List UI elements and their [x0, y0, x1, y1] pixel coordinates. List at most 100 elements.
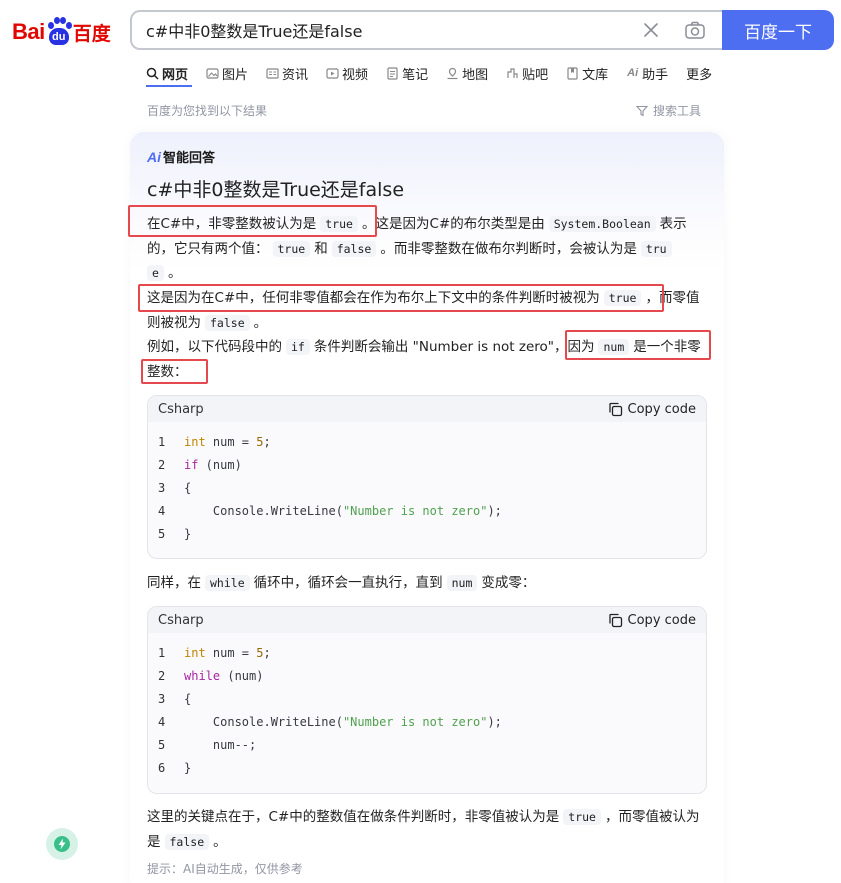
lightning-icon — [54, 836, 70, 852]
code-line: 2 if (num) — [148, 453, 706, 476]
line-number: 5 — [158, 526, 166, 541]
baidu-logo[interactable]: Bai du 百度 — [12, 14, 118, 50]
video-icon — [326, 67, 339, 79]
inline-code: tru — [640, 240, 672, 257]
ai-disclaimer: 提示：AI自动生成，仅供参考 — [147, 862, 303, 876]
code-line: 6} — [148, 756, 706, 779]
code-text: { — [184, 691, 192, 706]
logo-paw-text: du — [48, 28, 69, 45]
code-text: } — [184, 526, 192, 541]
copy-code-button[interactable]: Copy code — [608, 613, 696, 628]
tieba-icon — [507, 67, 518, 78]
code-text: Console.WriteLine( — [184, 503, 343, 518]
tab-video[interactable]: 视频 — [326, 64, 368, 83]
highlight-box — [565, 330, 711, 360]
code-text: (num) — [198, 457, 242, 472]
text: 变成零： — [481, 575, 536, 591]
code-line: 4 Console.WriteLine("Number is not zero"… — [148, 499, 706, 522]
highlight-box — [138, 284, 664, 312]
result-count: 百度为您找到以下结果 — [147, 104, 268, 118]
code-text: ); — [487, 714, 502, 729]
tab-map[interactable]: 地图 — [446, 64, 488, 83]
text: 。这是因为C#的布尔类型是由 — [361, 216, 545, 232]
inline-code: num — [446, 575, 478, 591]
tab-tieba[interactable]: 贴吧 — [506, 64, 548, 83]
text: 。而非零整数在做布尔判断时，会被认为是 — [380, 240, 637, 257]
code-text: ; — [263, 645, 271, 660]
camera-icon[interactable] — [684, 20, 706, 40]
search-tools-label: 搜索工具 — [653, 104, 702, 118]
code-text: } — [184, 760, 192, 775]
code-language: Csharp — [158, 612, 204, 628]
search-tabs: 网页 图片 资讯 视频 笔记 地图 贴吧 文库 Ai 助手 更多 — [146, 62, 730, 84]
text: 循环中，循环会一直执行，直到 — [253, 575, 443, 591]
text: 。 — [213, 833, 227, 850]
inline-code: true — [563, 809, 601, 825]
tab-label: 资讯 — [282, 67, 309, 83]
clear-icon[interactable] — [642, 21, 660, 39]
code-line: 3{ — [148, 476, 706, 499]
copy-code-button[interactable]: Copy code — [608, 402, 696, 417]
line-number: 1 — [158, 434, 166, 449]
highlight-box — [128, 205, 377, 237]
tab-label: 文库 — [582, 67, 609, 83]
highlight-box — [141, 359, 208, 384]
code-block-header: Csharp Copy code — [148, 607, 706, 633]
tab-image[interactable]: 图片 — [206, 64, 248, 83]
logo-text-cn: 百度 — [72, 22, 111, 45]
line-number: 3 — [158, 480, 166, 495]
tab-label: 更多 — [686, 67, 713, 83]
tab-news[interactable]: 资讯 — [266, 64, 308, 83]
paw-icon: du — [46, 17, 72, 47]
code-text: ); — [487, 503, 502, 518]
search-input[interactable] — [146, 12, 626, 48]
code-keyword: int — [184, 645, 206, 660]
code-body: 1 int num = 5; 2 if (num) 3{ 4 Console.Wri… — [148, 422, 706, 551]
line-number: 2 — [158, 668, 166, 683]
inline-code: false — [205, 314, 250, 331]
search-button[interactable]: 百度一下 — [722, 10, 834, 50]
code-line: 2 while (num) — [148, 664, 706, 687]
ai-badge-label: 智能回答 — [163, 151, 216, 166]
copy-icon — [608, 613, 622, 627]
inline-code: while — [205, 575, 250, 591]
search-icon — [146, 67, 159, 80]
text: 这里的关键点在于，C#中的整数值在做条件判断时，非零值被认为是 — [147, 809, 560, 825]
code-line: 4 Console.WriteLine("Number is not zero"… — [148, 710, 706, 733]
inline-code: if — [286, 339, 310, 355]
tab-label: 图片 — [222, 67, 249, 83]
tab-assistant[interactable]: Ai 助手 — [626, 64, 668, 83]
code-text: num = — [205, 434, 257, 449]
tab-more[interactable]: 更多 — [686, 64, 712, 83]
text: 条件判断会输出 "Number is not zero"，因为 — [313, 339, 595, 355]
search-tools-button[interactable]: 搜索工具 — [636, 102, 701, 119]
tab-web[interactable]: 网页 — [146, 64, 188, 83]
text: 和 — [314, 240, 328, 257]
code-number: 5 — [256, 645, 264, 660]
answer-title: c#中非0整数是True还是false — [147, 179, 405, 201]
tab-library[interactable]: 文库 — [566, 64, 608, 83]
map-icon — [447, 67, 458, 79]
floating-assistant-button[interactable] — [46, 828, 78, 860]
ai-icon: Ai — [147, 148, 161, 165]
code-text: num = — [205, 645, 257, 660]
inline-code: e — [147, 265, 164, 281]
funnel-icon — [636, 105, 648, 116]
tab-label: 笔记 — [402, 67, 429, 83]
tab-label: 网页 — [162, 67, 189, 83]
inline-code: true — [272, 240, 311, 257]
tab-label: 视频 — [342, 67, 369, 83]
ai-icon: Ai — [627, 67, 639, 79]
line-number: 6 — [158, 760, 166, 775]
answer-paragraph-4: 同样，在 while 循环中，循环会一直执行，直到 num 变成零： — [147, 571, 707, 596]
line-number: 1 — [158, 645, 166, 660]
news-icon — [266, 67, 279, 79]
tab-label: 贴吧 — [522, 67, 549, 83]
tab-note[interactable]: 笔记 — [386, 64, 428, 83]
code-line: 1 int num = 5; — [148, 641, 706, 664]
image-icon — [206, 67, 219, 79]
active-tab-indicator — [146, 85, 192, 87]
note-icon — [387, 66, 398, 80]
code-body: 1 int num = 5; 2 while (num) 3{ 4 Console.… — [148, 633, 706, 785]
code-block-header: Csharp Copy code — [148, 396, 706, 422]
